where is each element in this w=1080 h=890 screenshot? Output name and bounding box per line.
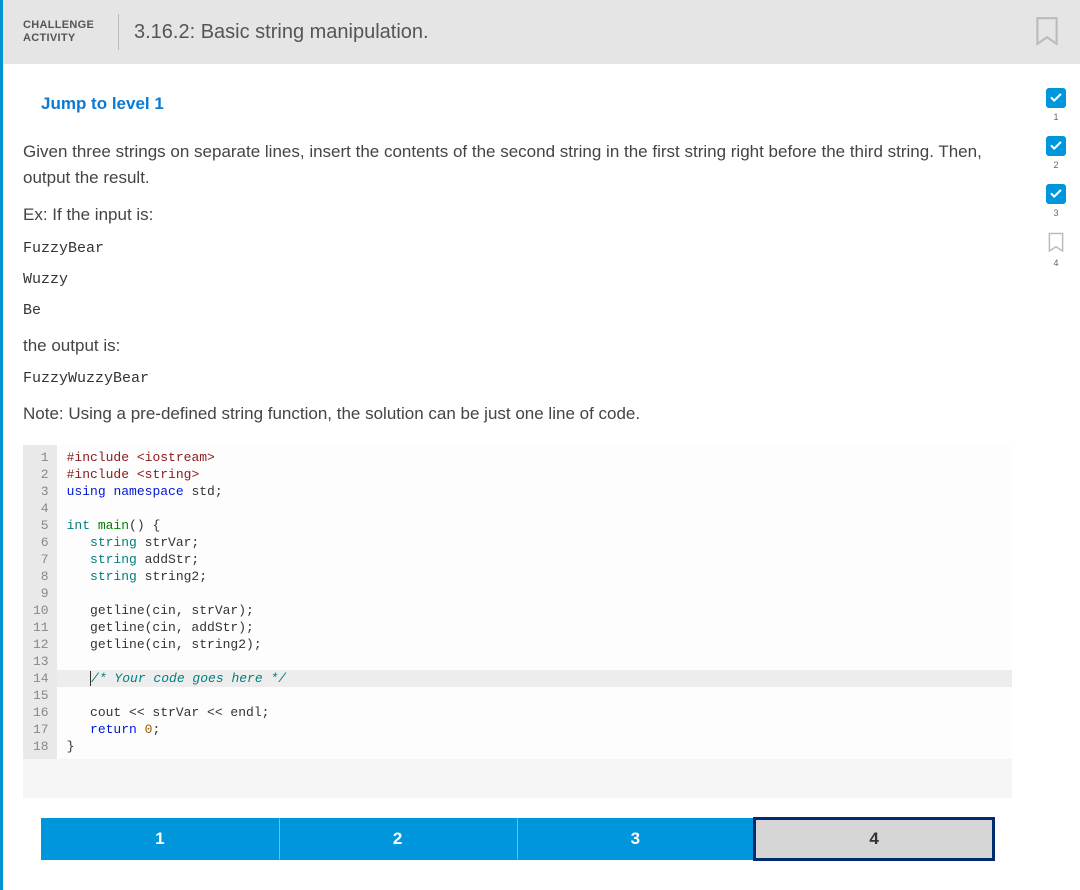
challenge-label-1: CHALLENGE [23, 19, 103, 32]
progress-step-number: 3 [1053, 208, 1058, 218]
prompt-paragraph: Given three strings on separate lines, i… [23, 139, 1012, 190]
jump-to-level-link[interactable]: Jump to level 1 [41, 94, 164, 114]
progress-step-number: 2 [1053, 160, 1058, 170]
check-icon[interactable] [1046, 136, 1066, 156]
challenge-activity-container: CHALLENGE ACTIVITY 3.16.2: Basic string … [0, 0, 1080, 890]
level-step-2[interactable]: 2 [279, 818, 517, 860]
activity-header: CHALLENGE ACTIVITY 3.16.2: Basic string … [3, 0, 1080, 64]
example-output: FuzzyWuzzyBear [23, 370, 1012, 387]
progress-step-number: 1 [1053, 112, 1058, 122]
challenge-label: CHALLENGE ACTIVITY [23, 19, 103, 45]
example-label: Ex: If the input is: [23, 202, 1012, 228]
example-input-3: Be [23, 302, 1012, 319]
note-paragraph: Note: Using a pre-defined string functio… [23, 401, 1012, 427]
progress-step-number: 4 [1053, 258, 1058, 268]
check-icon[interactable] [1046, 88, 1066, 108]
content-wrap: Jump to level 1 Given three strings on s… [3, 64, 1080, 890]
activity-title: 3.16.2: Basic string manipulation. [134, 21, 429, 44]
divider [118, 14, 119, 50]
main-content: Jump to level 1 Given three strings on s… [3, 64, 1032, 890]
line-gutter: 123456789101112131415161718 [23, 445, 57, 759]
bookmark-icon[interactable] [1047, 232, 1065, 254]
level-step-3[interactable]: 3 [517, 818, 755, 860]
bookmark-icon[interactable] [1034, 16, 1060, 48]
level-step-1[interactable]: 1 [41, 818, 279, 860]
code-editor[interactable]: 123456789101112131415161718 #include <io… [23, 445, 1012, 759]
level-stepper: 1234 [41, 818, 994, 860]
output-label: the output is: [23, 333, 1012, 359]
example-input-1: FuzzyBear [23, 240, 1012, 257]
challenge-label-2: ACTIVITY [23, 32, 103, 45]
example-input-2: Wuzzy [23, 271, 1012, 288]
editor-footer-pad [23, 758, 1012, 798]
progress-sidebar: 1 2 3 4 [1032, 64, 1080, 890]
level-step-4[interactable]: 4 [753, 817, 995, 861]
code-area[interactable]: #include <iostream>#include <string>usin… [57, 445, 1012, 759]
check-icon[interactable] [1046, 184, 1066, 204]
